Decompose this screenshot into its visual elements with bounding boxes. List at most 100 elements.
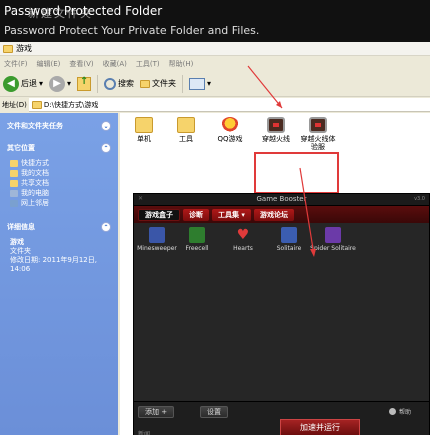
help-label: 帮助 [398,409,411,416]
folder-up-icon [77,76,92,91]
gb-title-bar: ✕ Game Booster v3.0 [134,194,429,206]
help-button[interactable]: 帮助 [388,407,411,416]
game-label: Freecell [185,245,209,252]
file-item[interactable]: 穿越火线体验服 [298,117,338,151]
selection-highlight [254,152,339,194]
search-icon [104,77,117,90]
address-input[interactable]: D:\快捷方式\游戏 [31,100,99,110]
game-label: Spider Solitaire [310,245,356,252]
place-my-computer[interactable]: 我的电脑 [10,188,108,198]
menu-favorites[interactable]: 收藏(A) [103,59,127,69]
computer-icon [10,189,18,197]
network-icon [10,199,18,207]
dropdown-arrow-icon: ▾ [67,79,72,88]
place-label: 我的文档 [21,169,49,177]
toolbar: ◀ 后退 ▾ ▶ ▾ 搜索 文件夹 ▾ [0,71,430,97]
place-label: 共享文档 [21,179,49,187]
file-label: 工具 [179,135,193,143]
title-bar: 游戏 [0,42,430,56]
banner-overlay-text: 新建文件夹 [28,7,93,20]
tab-tools[interactable]: 工具集 ▾ [212,208,251,221]
game-tile[interactable]: Freecell [174,227,220,252]
promo-banner: Password Protected Folder 新建文件夹 Password… [0,0,430,42]
folder-icon [10,169,18,177]
game-tile[interactable]: Solitaire [266,227,312,252]
address-path: D:\快捷方式\游戏 [43,100,99,109]
details-panel-header[interactable]: 详细信息 ⌃ [4,220,114,234]
menu-file[interactable]: 文件(F) [4,59,28,69]
tab-diagnose[interactable]: 诊断 [183,208,209,221]
menu-edit[interactable]: 编辑(E) [37,59,61,69]
file-item[interactable]: 穿越火线 [256,117,296,143]
game-label: Hearts [233,245,253,252]
freecell-icon [189,227,205,243]
place-shared-documents[interactable]: 共享文档 [10,178,108,188]
banner-subtitle: Password Protect Your Private Folder and… [4,24,260,37]
tab-game-box[interactable]: 游戏盒子 [138,208,180,221]
up-button[interactable] [77,76,92,91]
window-title: 游戏 [16,44,32,53]
detail-name: 游戏 [10,238,24,246]
folder-icon [3,44,13,53]
file-item[interactable]: QQ游戏 [210,117,250,143]
chevron-up-icon[interactable]: ⌃ [101,143,111,153]
games-grid: Minesweeper Freecell ♥ Hearts Solitaire … [134,223,429,401]
file-item[interactable]: 工具 [166,117,206,143]
settings-button[interactable]: 设置 [200,406,228,418]
place-my-documents[interactable]: 我的文档 [10,168,108,178]
detail-type: 文件夹 [10,247,31,255]
place-network[interactable]: 网上邻居 [10,198,108,208]
help-icon [388,408,396,415]
accelerate-run-button[interactable]: 加速并运行 [280,419,360,435]
back-arrow-icon: ◀ [3,75,19,92]
game-booster-window: ✕ Game Booster v3.0 游戏盒子 诊断 工具集 ▾ 游戏论坛 M… [133,193,430,435]
places-panel-header[interactable]: 其它位置 ⌃ [4,141,114,155]
menu-view[interactable]: 查看(V) [69,59,93,69]
qq-penguin-icon [221,117,239,133]
places-panel: 其它位置 ⌃ 快捷方式 我的文档 共享文档 我的电脑 网上邻居 [4,141,114,212]
spider-solitaire-icon [325,227,341,243]
place-shortcuts[interactable]: 快捷方式 [10,158,108,168]
details-panel-title: 详细信息 [7,223,35,231]
gb-tabs: 游戏盒子 诊断 工具集 ▾ 游戏论坛 [134,206,429,223]
folder-icon [177,117,195,133]
dropdown-arrow-icon: ▾ [39,79,44,88]
forward-button[interactable]: ▶ ▾ [49,75,72,92]
menu-tools[interactable]: 工具(T) [136,59,160,69]
folder-icon [10,179,18,187]
folder-icon [135,117,153,133]
hearts-icon: ♥ [236,227,250,243]
tasks-panel-header[interactable]: 文件和文件夹任务 ⌄ [4,119,114,133]
folders-label: 文件夹 [152,79,177,88]
address-bar: 地址(D) D:\快捷方式\游戏 [0,97,430,112]
search-label: 搜索 [118,79,135,88]
game-label: Solitaire [276,245,302,252]
views-button[interactable]: ▾ [189,77,212,90]
game-shortcut-icon [309,117,327,133]
game-tile[interactable]: Spider Solitaire [310,227,356,252]
chevron-down-icon[interactable]: ⌄ [101,121,111,131]
detail-modified: 修改日期: 2011年9月12日, 14:06 [10,256,97,273]
tab-forum[interactable]: 游戏论坛 [253,208,294,221]
back-label: 后退 [21,79,37,88]
back-button[interactable]: ◀ 后退 ▾ [3,75,44,92]
explorer-window: 游戏 文件(F) 编辑(E) 查看(V) 收藏(A) 工具(T) 帮助(H) ◀… [0,42,430,435]
file-item[interactable]: 单机 [124,117,164,143]
game-shortcut-icon [267,117,285,133]
solitaire-icon [281,227,297,243]
add-game-button[interactable]: 添加 + [138,406,175,418]
dropdown-arrow-icon: ▾ [207,79,212,88]
task-pane: 文件和文件夹任务 ⌄ 其它位置 ⌃ 快捷方式 我的文档 共享文档 我的电脑 网上… [0,113,118,435]
chevron-up-icon[interactable]: ⌃ [101,222,111,232]
file-label: 穿越火线体验服 [300,135,336,151]
forward-arrow-icon: ▶ [49,75,66,92]
search-button[interactable]: 搜索 [104,77,135,90]
menu-help[interactable]: 帮助(H) [169,59,194,69]
file-label: 穿越火线 [262,135,290,143]
place-label: 我的电脑 [21,189,49,197]
place-label: 网上邻居 [21,199,49,207]
views-icon [189,77,206,90]
folder-icon [10,159,18,167]
game-tile[interactable]: ♥ Hearts [220,227,266,252]
folders-button[interactable]: 文件夹 [140,78,176,89]
